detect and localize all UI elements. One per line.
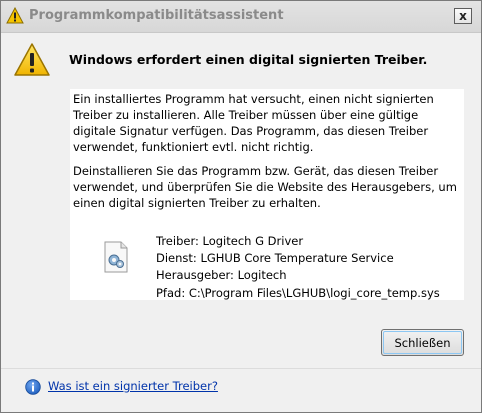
driver-path: Pfad: C:\Program Files\LGHUB\logi_core_t… (156, 285, 440, 300)
dialog-window: Programmkompatibilitätsassistent x Windo… (0, 0, 482, 413)
dialog-heading: Windows erfordert einen digital signiert… (69, 52, 428, 67)
message-paragraph-2: Deinstallieren Sie das Programm bzw. Ger… (73, 164, 457, 210)
driver-name: Treiber: Logitech G Driver (156, 234, 304, 248)
footer-divider (1, 368, 481, 369)
message-panel: Ein installiertes Programm hat versucht,… (70, 89, 464, 300)
window-close-button[interactable]: x (454, 8, 472, 24)
close-button[interactable]: Schließen (381, 329, 464, 356)
message-paragraph-1: Ein installiertes Programm hat versucht,… (73, 92, 434, 154)
warning-icon (6, 7, 24, 24)
signed-driver-help-link[interactable]: Was ist ein signierter Treiber? (48, 379, 218, 393)
driver-publisher: Herausgeber: Logitech (156, 268, 287, 283)
system-file-icon (104, 241, 128, 273)
info-icon (25, 379, 41, 395)
window-title: Programmkompatibilitätsassistent (29, 8, 284, 23)
warning-icon (14, 43, 50, 76)
driver-details: Treiber: Logitech G Driver Dienst: LGHUB… (156, 233, 466, 302)
title-bar[interactable]: Programmkompatibilitätsassistent x (1, 1, 481, 33)
driver-service: Dienst: LGHUB Core Temperature Service (156, 251, 394, 266)
